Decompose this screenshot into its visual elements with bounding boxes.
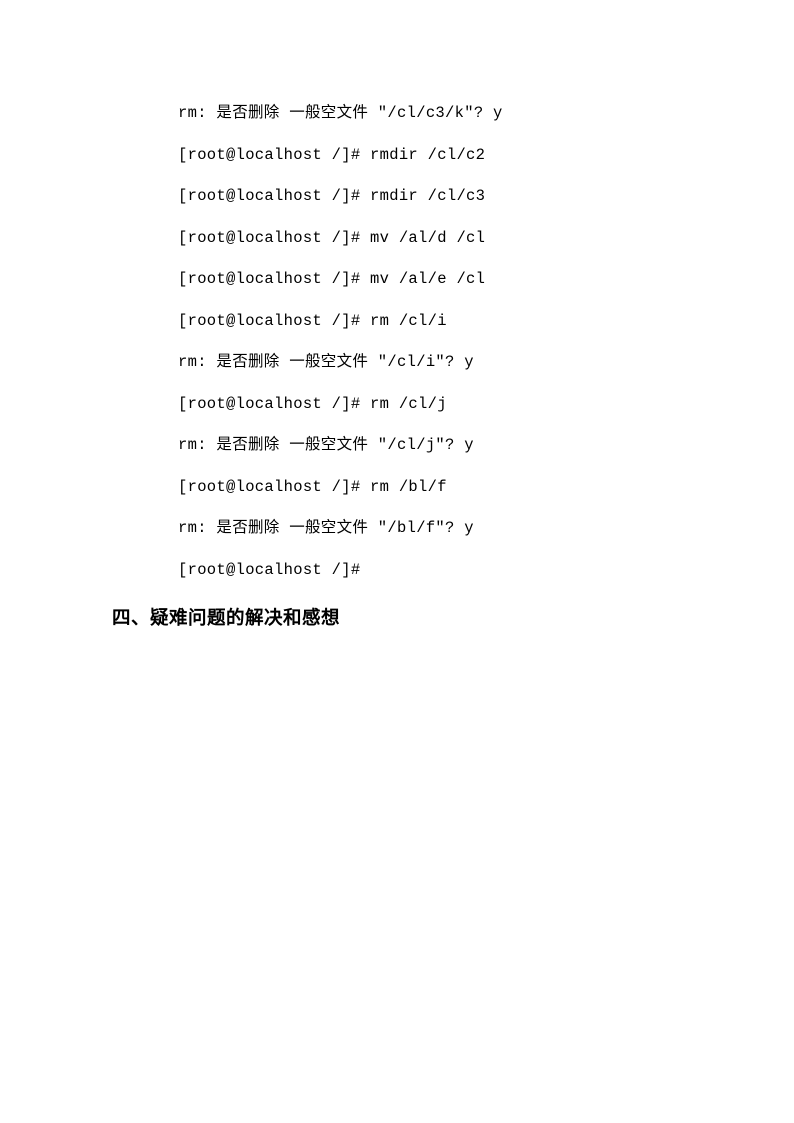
terminal-line: [root@localhost /]# — [178, 563, 794, 579]
terminal-line: [root@localhost /]# mv /al/d /cl — [178, 231, 794, 247]
document-content: rm: 是否删除 一般空文件 "/cl/c3/k"? y [root@local… — [0, 0, 794, 630]
terminal-line: rm: 是否删除 一般空文件 "/cl/c3/k"? y — [178, 106, 794, 122]
terminal-line: [root@localhost /]# rm /cl/i — [178, 314, 794, 330]
terminal-line: [root@localhost /]# mv /al/e /cl — [178, 272, 794, 288]
terminal-line: [root@localhost /]# rmdir /cl/c2 — [178, 148, 794, 164]
terminal-line: rm: 是否删除 一般空文件 "/cl/j"? y — [178, 438, 794, 454]
terminal-line: rm: 是否删除 一般空文件 "/bl/f"? y — [178, 521, 794, 537]
terminal-line: [root@localhost /]# rm /bl/f — [178, 480, 794, 496]
terminal-line: rm: 是否删除 一般空文件 "/cl/i"? y — [178, 355, 794, 371]
terminal-line: [root@localhost /]# rm /cl/j — [178, 397, 794, 413]
terminal-line: [root@localhost /]# rmdir /cl/c3 — [178, 189, 794, 205]
section-heading: 四、疑难问题的解决和感想 — [112, 604, 794, 630]
